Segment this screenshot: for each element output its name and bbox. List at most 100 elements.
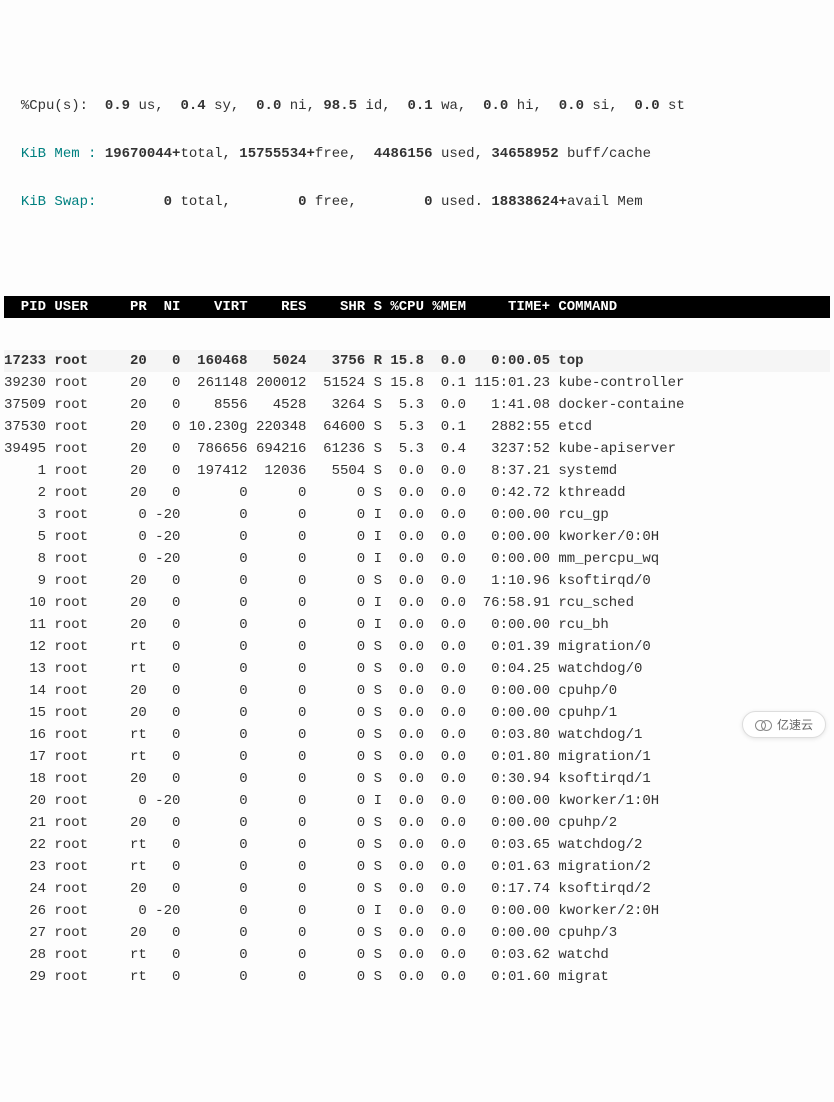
cell-time: 0:17.74 [466,878,550,900]
table-row[interactable]: 37509root200855645283264S5.30.01:41.08do… [4,394,830,416]
cell-user: root [46,922,113,944]
table-row[interactable]: 17233root20016046850243756R15.80.00:00.0… [4,350,830,372]
cell-cmd: rcu_gp [550,504,609,526]
table-row[interactable]: 37530root20010.230g22034864600S5.30.1288… [4,416,830,438]
cell-cmd: ksoftirqd/0 [550,570,651,592]
cell-shr: 0 [306,592,365,614]
table-row[interactable]: 39230root20026114820001251524S15.80.1115… [4,372,830,394]
cell-res: 0 [248,746,307,768]
cell-cmd: migration/2 [550,856,651,878]
cell-mem: 0.0 [424,504,466,526]
cell-cpu: 0.0 [382,680,424,702]
cell-cpu: 0.0 [382,812,424,834]
cell-time: 0:00.00 [466,504,550,526]
table-row[interactable]: 23rootrt0000S0.00.00:01.63migration/2 [4,856,830,878]
cell-s: I [365,614,382,636]
cell-pr: rt [113,966,147,988]
cell-cmd: cpuhp/3 [550,922,617,944]
cell-virt: 0 [180,614,247,636]
table-row[interactable]: 13rootrt0000S0.00.00:04.25watchdog/0 [4,658,830,680]
cell-mem: 0.0 [424,966,466,988]
cell-shr: 0 [306,768,365,790]
cell-mem: 0.0 [424,702,466,724]
cell-ni: -20 [147,548,181,570]
cell-shr: 0 [306,812,365,834]
cell-shr: 0 [306,790,365,812]
table-row[interactable]: 8root0-20000I0.00.00:00.00mm_percpu_wq [4,548,830,570]
cell-ni: -20 [147,790,181,812]
cell-res: 0 [248,548,307,570]
cell-time: 0:00.00 [466,900,550,922]
table-row[interactable]: 12rootrt0000S0.00.00:01.39migration/0 [4,636,830,658]
cell-cmd: docker-containe [550,394,684,416]
table-row[interactable]: 29rootrt0000S0.00.00:01.60migrat [4,966,830,988]
cell-cpu: 0.0 [382,768,424,790]
cell-mem: 0.0 [424,812,466,834]
cell-user: root [46,768,113,790]
cell-cpu: 15.8 [382,350,424,372]
cell-cpu: 0.0 [382,526,424,548]
table-row[interactable]: 24root200000S0.00.00:17.74ksoftirqd/2 [4,878,830,900]
table-row[interactable]: 3root0-20000I0.00.00:00.00rcu_gp [4,504,830,526]
table-row[interactable]: 2root200000S0.00.00:42.72kthreadd [4,482,830,504]
cell-cpu: 0.0 [382,460,424,482]
cell-shr: 0 [306,724,365,746]
cell-user: root [46,680,113,702]
cell-virt: 0 [180,548,247,570]
table-row[interactable]: 39495root20078665669421661236S5.30.43237… [4,438,830,460]
cell-pid: 5 [4,526,46,548]
cell-s: S [365,812,382,834]
cell-virt: 786656 [180,438,247,460]
table-row[interactable]: 20root0-20000I0.00.00:00.00kworker/1:0H [4,790,830,812]
table-row[interactable]: 26root0-20000I0.00.00:00.00kworker/2:0H [4,900,830,922]
table-row[interactable]: 18root200000S0.00.00:30.94ksoftirqd/1 [4,768,830,790]
col-ni: NI [147,296,181,318]
table-row[interactable]: 1root200197412120365504S0.00.08:37.21sys… [4,460,830,482]
cell-cpu: 0.0 [382,592,424,614]
table-row[interactable]: 21root200000S0.00.00:00.00cpuhp/2 [4,812,830,834]
table-row[interactable]: 27root200000S0.00.00:00.00cpuhp/3 [4,922,830,944]
cell-res: 0 [248,790,307,812]
cell-cmd: cpuhp/0 [550,680,617,702]
cell-cmd: kworker/0:0H [550,526,659,548]
cell-ni: 0 [147,460,181,482]
cell-mem: 0.0 [424,900,466,922]
cell-cmd: mm_percpu_wq [550,548,659,570]
table-row[interactable]: 28rootrt0000S0.00.00:03.62watchd [4,944,830,966]
cell-virt: 0 [180,922,247,944]
cell-time: 0:42.72 [466,482,550,504]
table-row[interactable]: 14root200000S0.00.00:00.00cpuhp/0 [4,680,830,702]
table-row[interactable]: 9root200000S0.00.01:10.96ksoftirqd/0 [4,570,830,592]
cell-mem: 0.0 [424,460,466,482]
cell-s: S [365,680,382,702]
table-row[interactable]: 10root200000I0.00.076:58.91rcu_sched [4,592,830,614]
cell-time: 1:41.08 [466,394,550,416]
cell-mem: 0.0 [424,746,466,768]
cell-pr: rt [113,658,147,680]
cell-pid: 18 [4,768,46,790]
cell-cpu: 0.0 [382,790,424,812]
cell-pid: 3 [4,504,46,526]
cell-ni: 0 [147,878,181,900]
table-row[interactable]: 17rootrt0000S0.00.00:01.80migration/1 [4,746,830,768]
cell-mem: 0.0 [424,394,466,416]
cell-pr: 20 [113,350,147,372]
cell-time: 0:00.00 [466,702,550,724]
table-row[interactable]: 16rootrt0000S0.00.00:03.80watchdog/1 [4,724,830,746]
table-row[interactable]: 5root0-20000I0.00.00:00.00kworker/0:0H [4,526,830,548]
table-row[interactable]: 15root200000S0.00.00:00.00cpuhp/1 [4,702,830,724]
cell-time: 2882:55 [466,416,550,438]
cell-pr: rt [113,856,147,878]
cell-mem: 0.1 [424,372,466,394]
table-row[interactable]: 11root200000I0.00.00:00.00rcu_bh [4,614,830,636]
cell-ni: 0 [147,944,181,966]
cell-shr: 51524 [306,372,365,394]
cell-pr: rt [113,944,147,966]
cell-cmd: kworker/1:0H [550,790,659,812]
cell-virt: 0 [180,724,247,746]
cell-ni: 0 [147,614,181,636]
cell-mem: 0.0 [424,636,466,658]
cell-user: root [46,416,113,438]
table-row[interactable]: 22rootrt0000S0.00.00:03.65watchdog/2 [4,834,830,856]
cell-pr: 20 [113,394,147,416]
